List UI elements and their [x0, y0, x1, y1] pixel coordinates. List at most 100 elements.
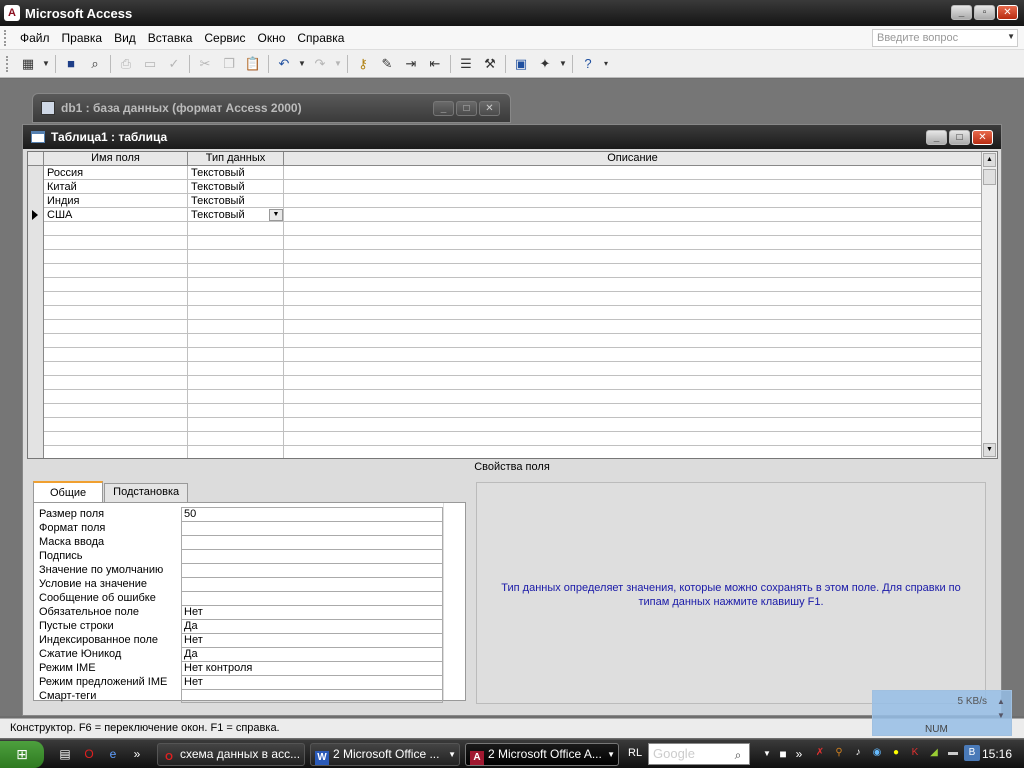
field-name-cell[interactable]	[44, 390, 188, 404]
description-cell[interactable]	[284, 432, 982, 446]
field-name-cell[interactable]	[44, 306, 188, 320]
field-name-cell[interactable]	[44, 404, 188, 418]
toolbar-options-icon[interactable]: ▾	[601, 53, 611, 75]
menu-edit[interactable]: Правка	[56, 29, 109, 47]
menu-view[interactable]: Вид	[108, 29, 142, 47]
menu-grip[interactable]	[4, 29, 8, 46]
search-icon[interactable]: ⌕	[84, 53, 106, 75]
opera-quicklaunch-icon[interactable]: O	[80, 745, 98, 763]
data-type-cell[interactable]	[188, 278, 284, 292]
menu-insert[interactable]: Вставка	[142, 29, 199, 47]
data-type-cell[interactable]	[188, 404, 284, 418]
table-row[interactable]	[28, 348, 982, 362]
field-name-cell[interactable]	[44, 334, 188, 348]
scroll-up-icon[interactable]: ▲	[983, 153, 996, 167]
table-row[interactable]	[28, 362, 982, 376]
scroll-down-icon[interactable]: ▼	[983, 443, 996, 457]
table-row[interactable]	[28, 278, 982, 292]
property-value-field[interactable]: Нет	[181, 675, 443, 689]
meter-scroll-icon[interactable]: ▲ ▼	[993, 695, 1009, 731]
data-type-cell[interactable]	[188, 432, 284, 446]
table-row[interactable]	[28, 306, 982, 320]
property-value-field[interactable]: Нет	[181, 633, 443, 647]
property-value-field[interactable]: Да	[181, 647, 443, 661]
tray-app-icon[interactable]: ✗	[812, 745, 828, 761]
toolbar-expand-icon[interactable]: »	[790, 745, 808, 763]
taskbar-item-access[interactable]: A 2 Microsoft Office A... ▼	[465, 743, 619, 766]
tray-power-icon[interactable]: ◢	[926, 745, 942, 761]
show-desktop-icon[interactable]: ▤	[56, 745, 74, 763]
row-selector[interactable]	[28, 432, 44, 446]
field-name-cell[interactable]	[44, 446, 188, 458]
property-value-field[interactable]	[181, 577, 443, 591]
app-close-button[interactable]: ✕	[997, 5, 1018, 20]
row-selector[interactable]	[28, 320, 44, 334]
menu-file[interactable]: Файл	[14, 29, 56, 47]
table-row[interactable]	[28, 390, 982, 404]
data-type-cell[interactable]	[188, 376, 284, 390]
field-name-cell[interactable]	[44, 236, 188, 250]
undo-icon[interactable]: ↶	[273, 53, 295, 75]
data-type-cell[interactable]	[188, 446, 284, 458]
menu-window[interactable]: Окно	[251, 29, 291, 47]
field-name-cell[interactable]	[44, 264, 188, 278]
row-selector[interactable]	[28, 376, 44, 390]
print-icon[interactable]: ⎙	[115, 53, 137, 75]
data-type-cell[interactable]: Текстовый	[188, 166, 284, 180]
property-value-field[interactable]	[181, 535, 443, 549]
field-name-cell[interactable]	[44, 348, 188, 362]
tray-kaspersky-icon[interactable]: K	[907, 745, 923, 761]
data-type-cell[interactable]: Текстовый	[188, 194, 284, 208]
save-icon[interactable]: ■	[60, 53, 82, 75]
table-close-button[interactable]: ✕	[972, 130, 993, 145]
row-selector[interactable]	[28, 446, 44, 458]
property-value-field[interactable]	[181, 521, 443, 535]
taskbar-item-word[interactable]: W 2 Microsoft Office ... ▼	[310, 743, 460, 766]
grid-scrollbar[interactable]: ▲ ▼	[981, 152, 997, 458]
field-name-cell[interactable]: Китай	[44, 180, 188, 194]
description-cell[interactable]	[284, 250, 982, 264]
menu-help[interactable]: Справка	[291, 29, 350, 47]
properties-icon[interactable]: ☰	[455, 53, 477, 75]
ie-quicklaunch-icon[interactable]: e	[104, 745, 122, 763]
row-selector[interactable]	[28, 180, 44, 194]
builder-icon[interactable]: ⚒	[479, 53, 501, 75]
field-name-cell[interactable]	[44, 320, 188, 334]
tab-lookup[interactable]: Подстановка	[104, 483, 189, 502]
field-name-cell[interactable]: Индия	[44, 194, 188, 208]
data-type-dropdown-icon[interactable]: ▼	[269, 209, 283, 221]
volume-icon[interactable]: ♪	[850, 745, 866, 761]
table-row[interactable]: Индия Текстовый	[28, 194, 982, 208]
field-name-cell[interactable]	[44, 222, 188, 236]
ask-question-box[interactable]: Введите вопрос ▼	[872, 29, 1018, 47]
description-cell[interactable]	[284, 390, 982, 404]
taskbar-item-opera[interactable]: Oсхема данных в асс...	[157, 743, 305, 766]
description-cell[interactable]	[284, 376, 982, 390]
db-maximize-button[interactable]: □	[456, 101, 477, 116]
taskbar-group-dropdown-icon[interactable]: ▼	[448, 744, 456, 765]
field-name-cell[interactable]: Россия	[44, 166, 188, 180]
database-window-icon[interactable]: ▣	[510, 53, 532, 75]
db-close-button[interactable]: ✕	[479, 101, 500, 116]
data-type-cell[interactable]	[188, 320, 284, 334]
table-maximize-button[interactable]: □	[949, 130, 970, 145]
table-row[interactable]	[28, 250, 982, 264]
print-preview-icon[interactable]: ▭	[139, 53, 161, 75]
description-cell[interactable]	[284, 278, 982, 292]
tray-vk-icon[interactable]: B	[964, 745, 980, 761]
paste-icon[interactable]: 📋	[242, 53, 264, 75]
build-icon[interactable]: ✎	[376, 53, 398, 75]
help-icon[interactable]: ?	[577, 53, 599, 75]
search-icon[interactable]: ⌕	[729, 745, 747, 763]
property-value-field[interactable]: Нет	[181, 605, 443, 619]
row-selector[interactable]	[28, 390, 44, 404]
description-cell[interactable]	[284, 194, 982, 208]
row-selector[interactable]	[28, 292, 44, 306]
table-row[interactable]	[28, 432, 982, 446]
description-cell[interactable]	[284, 320, 982, 334]
description-cell[interactable]	[284, 264, 982, 278]
field-name-cell[interactable]	[44, 278, 188, 292]
field-name-cell[interactable]	[44, 362, 188, 376]
google-search-box[interactable]: Google ⌕	[648, 743, 750, 765]
property-value-field[interactable]: Да	[181, 619, 443, 633]
